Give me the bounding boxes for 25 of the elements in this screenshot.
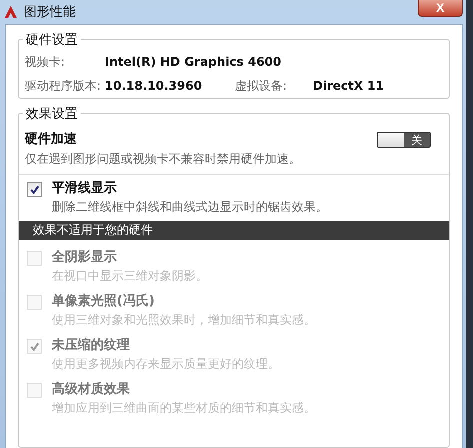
setting-title: 高级材质效果 bbox=[52, 380, 131, 398]
group-title: 效果设置 bbox=[23, 105, 81, 123]
window-title: 图形性能 bbox=[24, 4, 76, 21]
checkbox[interactable] bbox=[27, 182, 42, 197]
setting-description: 使用更多视频内存来显示质量更好的纹理。 bbox=[52, 356, 280, 373]
field-label: 视频卡: bbox=[25, 54, 66, 70]
setting-title: 硬件加速 bbox=[25, 131, 78, 148]
field-label: 驱动程序版本: bbox=[25, 78, 102, 94]
field-value: Intel(R) HD Graphics 4600 bbox=[105, 55, 282, 69]
app-logo-icon bbox=[4, 5, 18, 19]
setting-title: 平滑线显示 bbox=[52, 180, 118, 197]
setting-title: 单像素光照(冯氏) bbox=[52, 292, 156, 310]
section-header: 效果不适用于您的硬件 bbox=[19, 221, 449, 240]
setting-description: 删除二维线框中斜线和曲线式边显示时的锯齿效果。 bbox=[52, 199, 328, 216]
field-label: 虚拟设备: bbox=[235, 78, 288, 94]
setting-description: 仅在遇到图形问题或视频卡不兼容时禁用硬件加速。 bbox=[25, 151, 302, 168]
toggle-switch[interactable]: 关 bbox=[377, 132, 431, 148]
setting-description: 增加应用到三维曲面的某些材质的细节和真实感。 bbox=[52, 400, 316, 417]
field-value: DirectX 11 bbox=[313, 79, 386, 93]
field-value: 10.18.10.3960 bbox=[105, 79, 204, 93]
group-title: 硬件设置 bbox=[23, 31, 81, 49]
setting-title: 未压缩的纹理 bbox=[52, 336, 131, 354]
setting-description: 使用三维对象和光照效果时，增加细节和真实感。 bbox=[52, 312, 316, 329]
setting-title: 全阴影显示 bbox=[52, 249, 118, 266]
setting-description: 在视口中显示三维对象阴影。 bbox=[52, 268, 208, 285]
